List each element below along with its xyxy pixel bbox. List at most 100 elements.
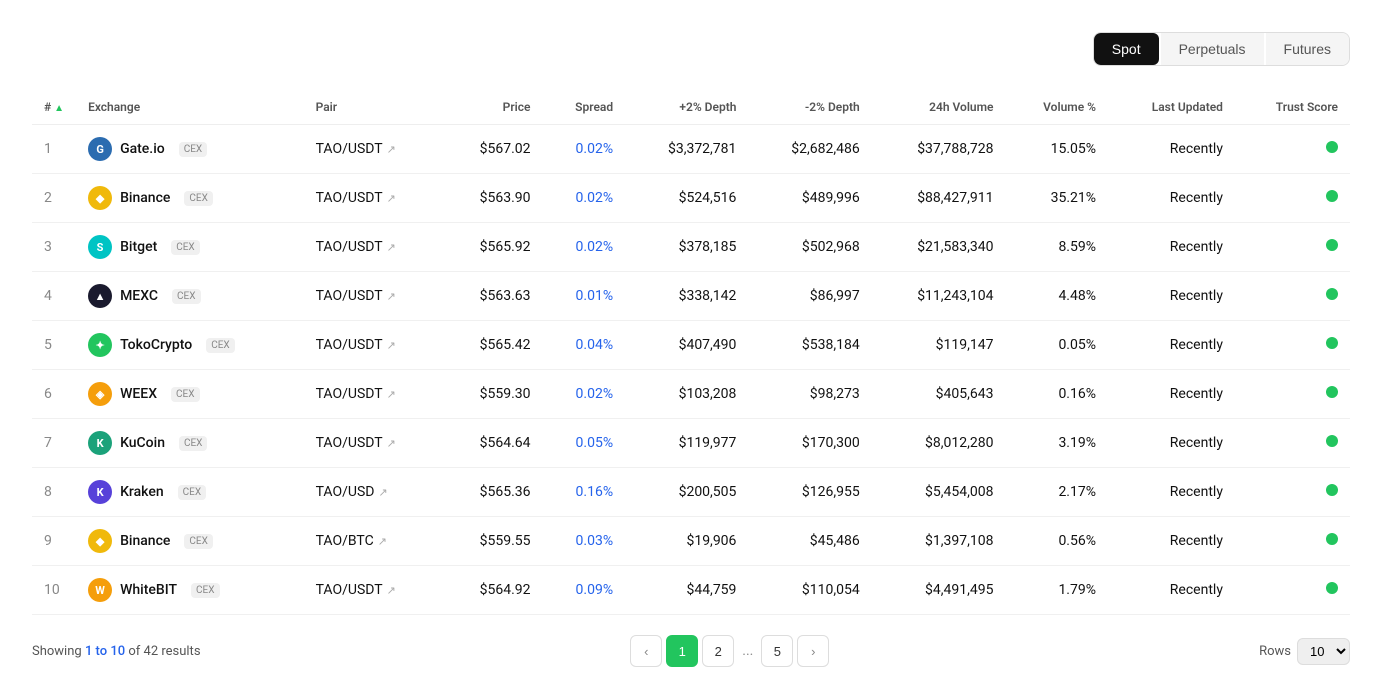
tab-futures[interactable]: Futures	[1266, 33, 1349, 65]
trust-score-dot	[1326, 190, 1338, 202]
pair-name[interactable]: TAO/USDT	[316, 337, 383, 353]
exchange-logo: S	[88, 235, 112, 259]
exchange-name[interactable]: KuCoin	[120, 435, 165, 451]
exchange-logo: ▲	[88, 284, 112, 308]
depth-plus-cell: $338,142	[625, 272, 748, 321]
spread-cell: 0.16%	[543, 468, 626, 517]
depth-minus-cell: $110,054	[748, 566, 871, 615]
exchange-name[interactable]: TokoCrypto	[120, 337, 192, 353]
external-link-icon[interactable]: ↗	[387, 437, 396, 450]
pair-name[interactable]: TAO/USDT	[316, 582, 383, 598]
trust-score-dot	[1326, 484, 1338, 496]
depth-minus-cell: $2,682,486	[748, 125, 871, 174]
tab-perpetuals[interactable]: Perpetuals	[1161, 33, 1264, 65]
last-updated-cell: Recently	[1108, 468, 1235, 517]
exchange-name[interactable]: MEXC	[120, 288, 158, 304]
last-updated-cell: Recently	[1108, 370, 1235, 419]
depth-minus-cell: $98,273	[748, 370, 871, 419]
exchange-cell: ✦ TokoCrypto CEX	[76, 321, 304, 370]
pair-cell: TAO/USD ↗	[304, 468, 443, 517]
spread-cell: 0.04%	[543, 321, 626, 370]
price-cell: $564.92	[443, 566, 543, 615]
page-5-button[interactable]: 5	[761, 635, 793, 667]
exchange-type-badge: CEX	[184, 191, 212, 206]
external-link-icon[interactable]: ↗	[387, 241, 396, 254]
trust-score-dot	[1326, 337, 1338, 349]
page-1-button[interactable]: 1	[666, 635, 698, 667]
exchange-logo: G	[88, 137, 112, 161]
exchange-name[interactable]: Kraken	[120, 484, 164, 500]
depth-minus-cell: $170,300	[748, 419, 871, 468]
pair-cell: TAO/USDT ↗	[304, 419, 443, 468]
volume-pct-cell: 15.05%	[1006, 125, 1108, 174]
pair-name[interactable]: TAO/USDT	[316, 141, 383, 157]
exchange-name[interactable]: WhiteBIT	[120, 582, 177, 598]
last-updated-cell: Recently	[1108, 125, 1235, 174]
external-link-icon[interactable]: ↗	[387, 388, 396, 401]
depth-plus-cell: $3,372,781	[625, 125, 748, 174]
sort-icon: ▲	[54, 103, 64, 114]
depth-minus-cell: $538,184	[748, 321, 871, 370]
exchange-name[interactable]: Binance	[120, 190, 170, 206]
last-updated-cell: Recently	[1108, 517, 1235, 566]
pair-name[interactable]: TAO/BTC	[316, 533, 374, 549]
pagination: Showing 1 to 10 of 42 results ‹ 1 2 ... …	[32, 635, 1350, 667]
exchange-name[interactable]: Binance	[120, 533, 170, 549]
table-row: 8 K Kraken CEX TAO/USD ↗ $565.36 0.16% $…	[32, 468, 1350, 517]
trust-score-cell	[1235, 517, 1350, 566]
col-volume-pct: Volume %	[1006, 90, 1108, 125]
page-2-button[interactable]: 2	[702, 635, 734, 667]
pair-name[interactable]: TAO/USDT	[316, 435, 383, 451]
exchange-name[interactable]: Gate.io	[120, 141, 165, 157]
table-row: 6 ◈ WEEX CEX TAO/USDT ↗ $559.30 0.02% $1…	[32, 370, 1350, 419]
pair-name[interactable]: TAO/USD	[316, 484, 375, 500]
exchange-logo: K	[88, 480, 112, 504]
trust-score-dot	[1326, 582, 1338, 594]
exchange-name[interactable]: WEEX	[120, 386, 157, 402]
tab-spot[interactable]: Spot	[1094, 33, 1159, 65]
pair-name[interactable]: TAO/USDT	[316, 288, 383, 304]
rows-select[interactable]: 10 25 50	[1297, 638, 1350, 665]
pair-name[interactable]: TAO/USDT	[316, 239, 383, 255]
last-updated-cell: Recently	[1108, 272, 1235, 321]
pair-name[interactable]: TAO/USDT	[316, 386, 383, 402]
rank-cell: 5	[32, 321, 76, 370]
exchange-name[interactable]: Bitget	[120, 239, 157, 255]
depth-minus-cell: $489,996	[748, 174, 871, 223]
price-cell: $567.02	[443, 125, 543, 174]
next-page-button[interactable]: ›	[797, 635, 829, 667]
last-updated-cell: Recently	[1108, 566, 1235, 615]
depth-plus-cell: $524,516	[625, 174, 748, 223]
col-rank: # ▲	[32, 90, 76, 125]
price-cell: $565.92	[443, 223, 543, 272]
spread-cell: 0.02%	[543, 174, 626, 223]
trust-score-cell	[1235, 174, 1350, 223]
prev-page-button[interactable]: ‹	[630, 635, 662, 667]
external-link-icon[interactable]: ↗	[378, 535, 387, 548]
price-cell: $559.30	[443, 370, 543, 419]
external-link-icon[interactable]: ↗	[387, 584, 396, 597]
depth-minus-cell: $86,997	[748, 272, 871, 321]
external-link-icon[interactable]: ↗	[387, 192, 396, 205]
pair-cell: TAO/USDT ↗	[304, 370, 443, 419]
exchange-cell: ◈ WEEX CEX	[76, 370, 304, 419]
pair-name[interactable]: TAO/USDT	[316, 190, 383, 206]
pair-cell: TAO/USDT ↗	[304, 223, 443, 272]
external-link-icon[interactable]: ↗	[387, 339, 396, 352]
exchange-cell: K KuCoin CEX	[76, 419, 304, 468]
external-link-icon[interactable]: ↗	[378, 486, 387, 499]
volume-pct-cell: 0.05%	[1006, 321, 1108, 370]
volume-24h-cell: $1,397,108	[872, 517, 1006, 566]
volume-24h-cell: $405,643	[872, 370, 1006, 419]
pagination-controls: ‹ 1 2 ... 5 ›	[630, 635, 829, 667]
exchange-type-badge: CEX	[171, 240, 199, 255]
exchange-cell: K Kraken CEX	[76, 468, 304, 517]
trust-score-dot	[1326, 141, 1338, 153]
volume-24h-cell: $88,427,911	[872, 174, 1006, 223]
volume-pct-cell: 8.59%	[1006, 223, 1108, 272]
external-link-icon[interactable]: ↗	[387, 143, 396, 156]
volume-24h-cell: $4,491,495	[872, 566, 1006, 615]
external-link-icon[interactable]: ↗	[387, 290, 396, 303]
price-cell: $565.42	[443, 321, 543, 370]
trust-score-dot	[1326, 435, 1338, 447]
